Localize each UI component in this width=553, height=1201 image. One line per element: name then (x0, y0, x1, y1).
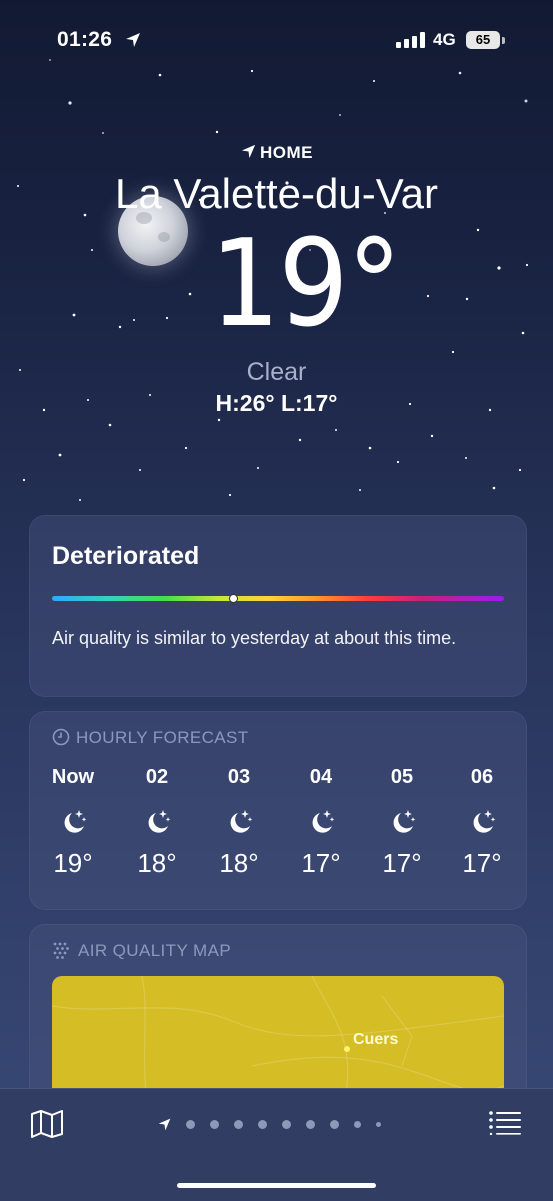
page-dot[interactable] (186, 1119, 195, 1129)
city-name: La Valette-du-Var (115, 170, 438, 217)
hourly-time: 04 (309, 766, 333, 788)
hourly-temperature: 17° (382, 848, 422, 878)
hourly-item: 03 18° (209, 766, 269, 879)
network-type: 4G (433, 30, 456, 49)
air-quality-card[interactable]: Deteriorated Air quality is similar to y… (29, 515, 527, 697)
page-dot[interactable] (258, 1119, 267, 1129)
hourly-forecast-header: HOURLY FORECAST (52, 728, 249, 748)
air-quality-description: Air quality is similar to yesterday at a… (52, 628, 457, 648)
moon-stars-icon (291, 796, 351, 848)
hourly-item: 02 18° (127, 766, 187, 879)
clock-icon (52, 728, 70, 746)
hourly-item: 05 17° (372, 766, 432, 879)
location-label: HOME (0, 143, 553, 163)
hourly-temperature: 18° (137, 848, 177, 878)
moon-stars-icon (372, 796, 432, 848)
page-dot[interactable] (282, 1119, 291, 1129)
moon-stars-icon (209, 796, 269, 848)
hourly-time: 03 (227, 766, 251, 788)
hourly-forecast-header-text: HOURLY FORECAST (76, 728, 249, 747)
status-time: 01:26 (57, 28, 113, 51)
hourly-time: 05 (390, 766, 414, 788)
hourly-item: Now 19° (43, 766, 103, 879)
hourly-time: Now (51, 766, 95, 788)
hourly-temperature: 17° (462, 848, 502, 878)
hourly-time: 06 (470, 766, 494, 788)
hourly-temperature: 18° (219, 848, 259, 878)
moon-stars-icon (127, 796, 187, 848)
air-quality-indicator (228, 594, 238, 603)
hourly-time: 02 (145, 766, 169, 788)
page-dot[interactable] (330, 1119, 339, 1129)
battery-tip (502, 37, 505, 44)
page-dot[interactable] (354, 1120, 361, 1128)
hourly-item: 04 17° (291, 766, 351, 879)
air-quality-map-header-text: AIR QUALITY MAP (78, 941, 232, 960)
map-city-label: Cuers (353, 1031, 399, 1048)
page-indicator[interactable] (157, 1116, 396, 1132)
cellular-signal-icon (396, 32, 425, 48)
hourly-list: Now 19° 02 18° 03 18° 04 17° 05 17° 06 17° (30, 766, 526, 896)
page-dot[interactable] (376, 1121, 381, 1127)
air-quality-title: Deteriorated (52, 542, 200, 570)
hourly-temperature: 19° (53, 848, 93, 878)
location-arrow-icon (126, 33, 140, 47)
status-bar: 01:26 4G 65 (0, 28, 553, 56)
battery-indicator: 65 (466, 31, 500, 49)
air-quality-scale (52, 596, 504, 601)
hourly-item: 06 17° (452, 766, 512, 879)
moon-stars-icon (43, 796, 103, 848)
hourly-temperature: 17° (301, 848, 341, 878)
air-quality-icon (53, 942, 69, 959)
high-low-temperature: H:26° L:17° (215, 390, 338, 416)
location-arrow-icon (241, 144, 256, 159)
home-indicator[interactable] (177, 1183, 376, 1188)
list-icon[interactable] (489, 1111, 521, 1135)
moon-stars-icon (452, 796, 512, 848)
air-quality-map-header: AIR QUALITY MAP (52, 941, 231, 961)
hourly-forecast-card[interactable]: HOURLY FORECAST Now 19° 02 18° 03 18° 04 17° 05 1… (29, 711, 527, 910)
page-dot[interactable] (210, 1119, 219, 1129)
page-dot[interactable] (306, 1119, 315, 1129)
location-arrow-icon (158, 1118, 171, 1130)
page-dot[interactable] (234, 1119, 243, 1129)
current-temperature: 19° (210, 215, 402, 354)
weather-condition: Clear (246, 358, 307, 386)
map-icon[interactable] (30, 1109, 64, 1139)
location-label-text: HOME (260, 143, 313, 162)
map-location-dot (344, 1046, 350, 1052)
